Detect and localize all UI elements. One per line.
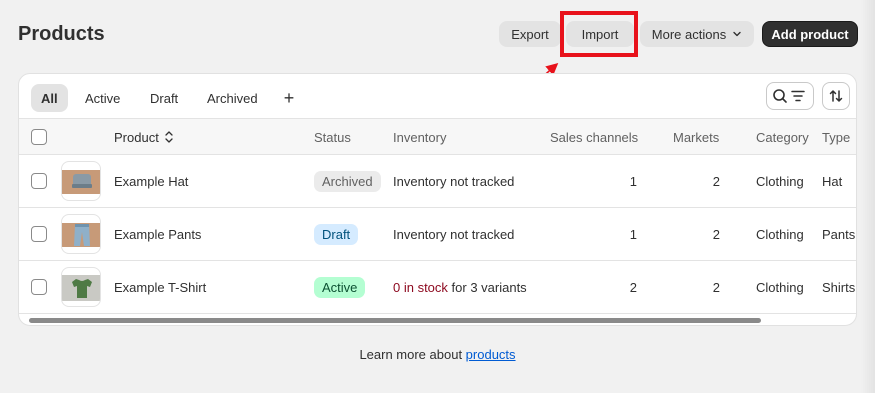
search-filter-button[interactable] (766, 82, 814, 110)
column-header-markets: Markets (673, 130, 720, 145)
inventory-text: Inventory not tracked (393, 227, 515, 242)
table-row[interactable]: Example T-Shirt Active 0 in stock for 3 … (19, 261, 856, 314)
sort-button[interactable] (822, 82, 850, 110)
category-cell: Clothing (756, 174, 804, 189)
row-checkbox[interactable] (31, 173, 47, 189)
search-filter-icon (773, 89, 805, 103)
footer-prefix: Learn more about (359, 347, 466, 362)
category-cell: Clothing (756, 280, 804, 295)
product-thumbnail (61, 267, 101, 307)
column-header-inventory: Inventory (393, 130, 447, 145)
products-card: All Active Draft Archived + Product Stat… (18, 73, 857, 326)
product-name[interactable]: Example Hat (114, 174, 188, 189)
status-badge: Archived (314, 171, 381, 192)
type-cell: Hat (822, 174, 843, 189)
column-header-type: Type (822, 130, 851, 145)
tab-archived[interactable]: Archived (197, 84, 268, 112)
markets-count: 2 (712, 174, 720, 189)
row-checkbox[interactable] (31, 279, 47, 295)
table-row[interactable]: Example Hat Archived Inventory not track… (19, 155, 856, 208)
add-view-icon[interactable]: + (279, 84, 299, 112)
sales-channels-count: 1 (629, 227, 637, 242)
table-row[interactable]: Example Pants Draft Inventory not tracke… (19, 208, 856, 261)
markets-count: 2 (712, 280, 720, 295)
footer-help-text: Learn more about products (0, 347, 875, 362)
status-badge: Active (314, 277, 366, 298)
inventory-cell: Inventory not tracked (393, 174, 514, 189)
products-help-link[interactable]: products (466, 347, 516, 362)
inventory-text: Inventory not tracked (393, 174, 515, 189)
inventory-cell: 0 in stock for 3 variants (393, 280, 527, 295)
sales-channels-count: 1 (629, 174, 637, 189)
category-cell: Clothing (756, 227, 804, 242)
inventory-stock-warning: 0 in stock (393, 280, 448, 295)
scrollbar-thumb[interactable] (29, 318, 761, 323)
horizontal-scrollbar[interactable] (29, 318, 849, 324)
row-checkbox[interactable] (31, 226, 47, 242)
sort-icon (829, 90, 843, 102)
markets-count: 2 (712, 227, 720, 242)
sales-channels-count: 2 (629, 280, 637, 295)
column-header-category: Category (756, 130, 809, 145)
status-badge: Draft (314, 224, 359, 245)
product-name[interactable]: Example T-Shirt (114, 280, 206, 295)
tab-all[interactable]: All (31, 84, 68, 112)
product-thumbnail (61, 161, 101, 201)
column-header-status: Status (314, 130, 351, 145)
type-cell: Shirts (822, 280, 856, 295)
column-header-sales-channels: Sales channels (550, 130, 639, 145)
tab-draft[interactable]: Draft (140, 84, 188, 112)
product-name[interactable]: Example Pants (114, 227, 201, 242)
sort-order-icon (165, 131, 174, 143)
pants-image (62, 223, 100, 247)
select-all-checkbox[interactable] (31, 129, 47, 145)
product-thumbnail (61, 214, 101, 254)
tshirt-image (62, 275, 100, 301)
column-header-product[interactable]: Product (114, 130, 174, 145)
tab-active[interactable]: Active (75, 84, 130, 112)
inventory-cell: Inventory not tracked (393, 227, 514, 242)
hat-image (62, 170, 100, 194)
type-cell: Pants (822, 227, 856, 242)
inventory-detail: for 3 variants (447, 280, 527, 295)
column-header-product-label: Product (114, 130, 159, 145)
table-header: Product Status Inventory Sales channels … (19, 118, 856, 155)
